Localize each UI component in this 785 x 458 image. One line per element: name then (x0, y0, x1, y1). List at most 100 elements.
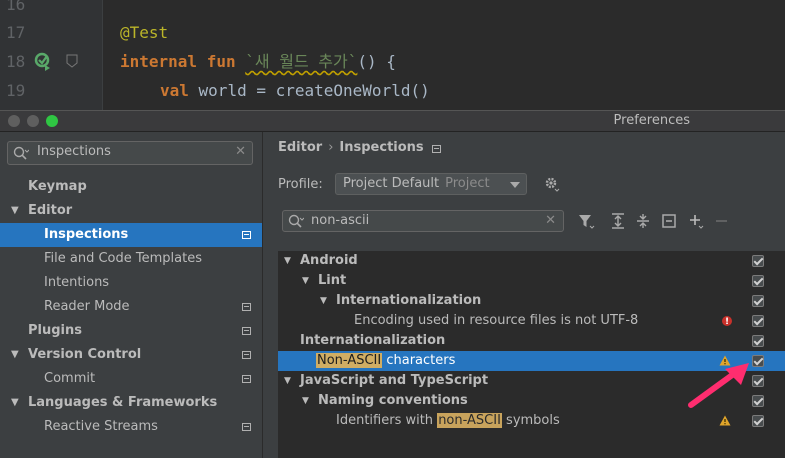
inspection-checkbox[interactable] (752, 315, 764, 327)
line-number: 16 (6, 0, 26, 14)
profile-dropdown[interactable]: Project Default Project (335, 173, 527, 195)
search-icon (13, 146, 29, 160)
project-scope-icon (242, 423, 251, 431)
tree-row-label: JavaScript and TypeScript (300, 373, 489, 388)
minimize-window-button[interactable] (27, 115, 39, 127)
filter-icon[interactable] (577, 212, 595, 230)
bookmark-icon[interactable] (66, 54, 78, 68)
sidebar-item-label: Plugins (28, 323, 82, 338)
sidebar-item-version-control[interactable]: ▼ Version Control (0, 343, 262, 367)
close-window-button[interactable] (8, 115, 20, 127)
label-rest: characters (382, 353, 456, 368)
search-value: non-ascii (311, 213, 370, 228)
sidebar-item-commit[interactable]: Commit (0, 367, 262, 391)
settings-sidebar: Inspections ✕ Keymap ▼ Editor Inspection… (0, 132, 263, 458)
collapse-all-icon[interactable] (634, 212, 652, 230)
line-number: 19 (6, 81, 26, 100)
add-icon[interactable] (687, 212, 705, 230)
tree-row-label: Android (300, 253, 358, 268)
tree-row-label: Internationalization (300, 333, 446, 348)
chevron-down-icon[interactable]: ▼ (11, 199, 19, 223)
tree-row-label: Naming conventions (318, 393, 468, 408)
sidebar-item-inspections[interactable]: Inspections (0, 223, 262, 247)
chevron-down-icon[interactable]: ▼ (11, 343, 19, 367)
breadcrumb-editor[interactable]: Editor (278, 140, 322, 155)
warning-severity-icon (719, 415, 731, 426)
sidebar-item-label: Keymap (28, 179, 87, 194)
tree-row-android[interactable]: ▼ Android (278, 251, 785, 271)
search-icon (288, 214, 304, 228)
sidebar-item-reactive-streams[interactable]: Reactive Streams (0, 415, 262, 439)
inspection-checkbox[interactable] (752, 275, 764, 287)
chevron-down-icon[interactable]: ▼ (320, 291, 327, 311)
sidebar-item-editor[interactable]: ▼ Editor (0, 199, 262, 223)
sidebar-item-file-and-code-templates[interactable]: File and Code Templates (0, 247, 262, 271)
inspection-checkbox[interactable] (752, 255, 764, 267)
breadcrumb-separator: › (328, 140, 334, 155)
label-pre: Identifiers with (336, 413, 438, 428)
title-bar[interactable]: Preferences (0, 111, 785, 132)
code-editor[interactable]: 16 17 @Test 18 internal fun `새 월드 추가`() … (0, 0, 785, 110)
project-scope-icon (242, 351, 251, 359)
tree-row-label: Lint (318, 273, 347, 288)
settings-search-input[interactable]: Inspections ✕ (7, 141, 253, 165)
sidebar-item-plugins[interactable]: Plugins (0, 319, 262, 343)
tree-row-identifiers-non-ascii[interactable]: Identifiers with non-ASCII symbols (278, 411, 785, 431)
sidebar-item-reader-mode[interactable]: Reader Mode (0, 295, 262, 319)
sidebar-item-label: Editor (28, 203, 73, 218)
search-match-highlight: Non-ASCII (316, 353, 383, 368)
keyword-internal: internal (120, 52, 198, 71)
project-scope-icon (242, 303, 251, 311)
inspection-checkbox[interactable] (752, 295, 764, 307)
function-name: `새 월드 추가` (245, 52, 358, 71)
sidebar-item-languages-frameworks[interactable]: ▼ Languages & Frameworks (0, 391, 262, 415)
code-line: 19 val world = createOneWorld() (0, 76, 785, 105)
sidebar-item-keymap[interactable]: Keymap (0, 175, 262, 199)
chevron-down-icon[interactable]: ▼ (11, 391, 19, 415)
tree-row-internationalization[interactable]: Internationalization (278, 331, 785, 351)
chevron-down-icon[interactable]: ▼ (284, 251, 291, 271)
line-number: 17 (6, 23, 26, 42)
code-line: 16 (0, 0, 785, 19)
code-line: 17 @Test (0, 18, 785, 47)
sidebar-item-label: Inspections (44, 227, 129, 242)
chevron-down-icon[interactable]: ▼ (284, 371, 291, 391)
expand-all-icon[interactable] (609, 212, 627, 230)
error-severity-icon (722, 312, 732, 332)
sidebar-item-label: Languages & Frameworks (28, 395, 218, 410)
run-test-icon[interactable] (34, 51, 52, 71)
chevron-down-icon[interactable]: ▼ (302, 391, 309, 411)
sidebar-item-label: File and Code Templates (44, 251, 202, 266)
breadcrumb-inspections: Inspections (339, 140, 424, 155)
tree-row-lint[interactable]: ▼ Lint (278, 271, 785, 291)
inspection-search-input[interactable]: non-ascii ✕ (282, 210, 564, 232)
profile-scope: Project (445, 176, 490, 191)
sidebar-item-intentions[interactable]: Intentions (0, 271, 262, 295)
label-rest: symbols (501, 413, 560, 428)
chevron-down-icon[interactable]: ▼ (302, 271, 309, 291)
tree-row-label: Non-ASCII characters (316, 351, 455, 371)
reset-icon[interactable] (660, 212, 678, 230)
annotation-arrow-icon (688, 363, 749, 408)
tree-row-label: Identifiers with non-ASCII symbols (336, 411, 560, 431)
keyword-fun: fun (206, 52, 236, 71)
gear-icon[interactable] (544, 176, 560, 192)
project-scope-icon (242, 375, 251, 383)
search-value: Inspections (37, 144, 111, 159)
tree-row-lint-internationalization[interactable]: ▼ Internationalization (278, 291, 785, 311)
zoom-window-button[interactable] (46, 115, 58, 127)
statement-text: world = createOneWorld() (188, 81, 430, 100)
code-line: 18 internal fun `새 월드 추가`() { (0, 47, 785, 76)
remove-icon[interactable] (713, 212, 731, 230)
keyword-val: val (160, 81, 189, 100)
inspection-checkbox[interactable] (752, 415, 764, 427)
clear-search-icon[interactable]: ✕ (235, 144, 246, 159)
tree-row-encoding-not-utf8[interactable]: Encoding used in resource files is not U… (278, 311, 785, 332)
inspection-checkbox[interactable] (752, 335, 764, 347)
project-scope-icon (432, 145, 441, 153)
clear-search-icon[interactable]: ✕ (545, 213, 556, 228)
sidebar-item-label: Reactive Streams (44, 419, 158, 434)
dropdown-arrow-icon (510, 182, 520, 188)
function-params: () { (357, 52, 396, 71)
val-statement: val world = createOneWorld() (160, 76, 430, 105)
